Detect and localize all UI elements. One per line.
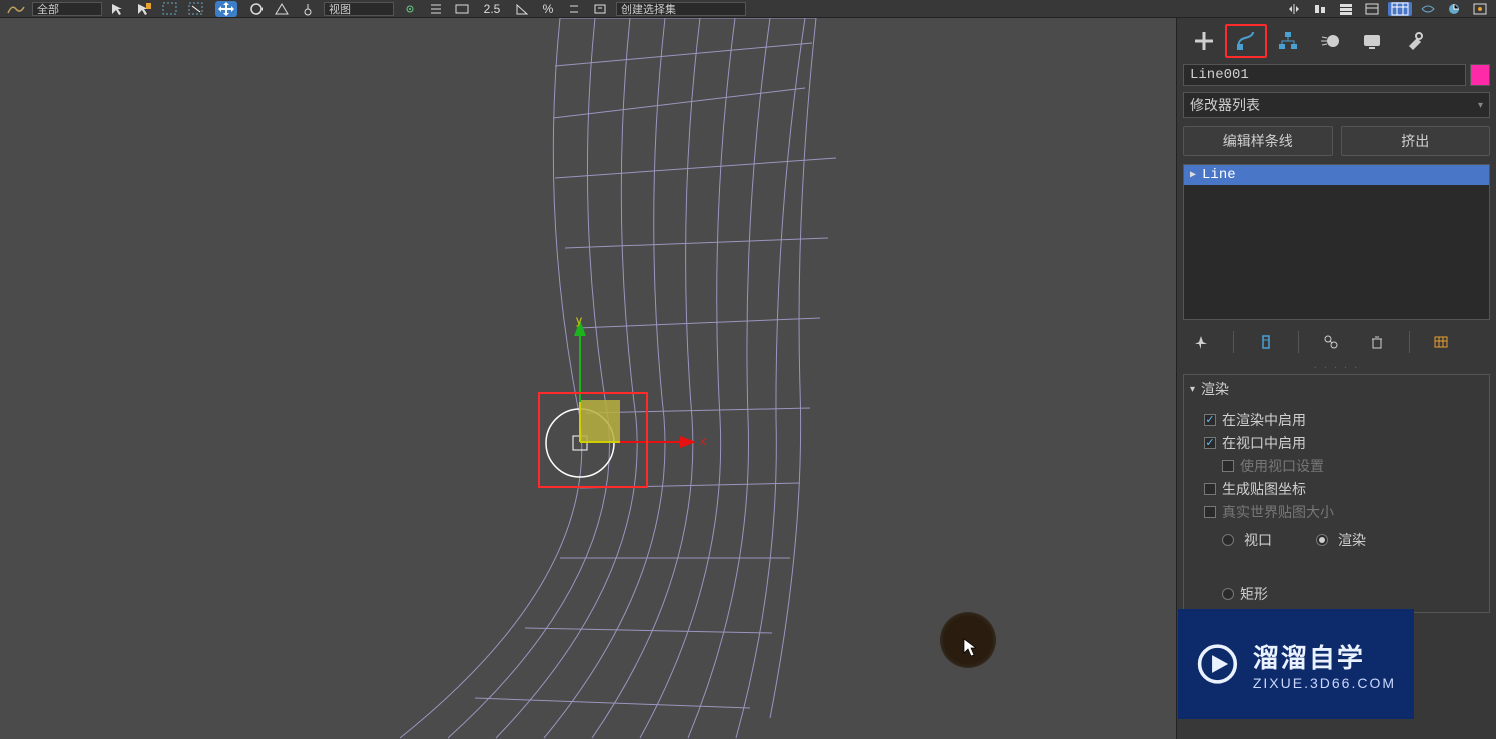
main-toolbar: 全部 视图 2.5 % 创建选择集 xyxy=(0,0,1496,18)
watermark-main-text: 溜溜自学 xyxy=(1253,638,1396,675)
modifier-list-dropdown[interactable]: 修改器列表 xyxy=(1183,92,1490,118)
perspective-viewport[interactable]: y x xyxy=(0,18,1176,739)
render-setup-icon[interactable] xyxy=(1470,2,1490,16)
window-crossing-icon[interactable] xyxy=(186,2,206,16)
annotation-highlight-viewport xyxy=(538,392,648,488)
tab-utilities[interactable] xyxy=(1393,24,1435,58)
modifier-btn-edit-spline[interactable]: 编辑样条线 xyxy=(1183,126,1333,156)
select-and-scale-icon[interactable] xyxy=(272,2,292,16)
remove-modifier-icon[interactable] xyxy=(1363,330,1391,354)
pin-stack-icon[interactable] xyxy=(1187,330,1215,354)
tab-hierarchy[interactable] xyxy=(1267,24,1309,58)
corona-logo-icon[interactable] xyxy=(6,2,26,16)
rollout-header-rendering[interactable]: ▾ 渲染 xyxy=(1184,375,1489,403)
use-pivot-center-icon[interactable] xyxy=(400,2,420,16)
mirror-icon[interactable] xyxy=(1284,2,1304,16)
gizmo-x-label: x xyxy=(700,434,706,448)
rect-select-icon[interactable] xyxy=(160,2,180,16)
modifier-btn-extrude[interactable]: 挤出 xyxy=(1341,126,1491,156)
radio-viewport-label: 视口 xyxy=(1244,530,1272,550)
watermark-play-icon xyxy=(1196,640,1239,688)
select-and-move-icon[interactable] xyxy=(212,2,240,16)
select-and-rotate-icon[interactable] xyxy=(246,2,266,16)
edit-named-sel-icon[interactable] xyxy=(590,2,610,16)
configure-modifier-sets-icon[interactable] xyxy=(1428,330,1456,354)
mouse-cursor-icon xyxy=(963,638,977,658)
selection-filter-dropdown[interactable]: 全部 xyxy=(32,2,102,16)
stack-item-label: Line xyxy=(1202,167,1236,183)
layer-explorer-icon[interactable] xyxy=(1336,2,1356,16)
object-name-input[interactable] xyxy=(1183,64,1466,86)
tab-motion[interactable] xyxy=(1309,24,1351,58)
keyboard-shortcut-toggle-icon[interactable] xyxy=(452,2,472,16)
modifier-stack[interactable]: ▶ Line xyxy=(1183,164,1490,320)
align-icon[interactable] xyxy=(1310,2,1330,16)
named-sel-set-dropdown[interactable]: 创建选择集 xyxy=(616,2,746,16)
object-color-swatch[interactable] xyxy=(1470,64,1490,86)
radio-renderer-label: 渲染 xyxy=(1338,530,1366,550)
material-editor-icon[interactable] xyxy=(1444,2,1464,16)
percent-snap-icon[interactable]: % xyxy=(538,2,558,16)
select-object-icon[interactable] xyxy=(108,2,128,16)
modifier-stack-toolbar xyxy=(1177,326,1496,364)
ref-coord-dropdown[interactable]: 视图 xyxy=(324,2,394,16)
curve-editor-icon[interactable] xyxy=(1388,2,1412,16)
chk-enable-in-renderer[interactable]: 在渲染中启用 xyxy=(1204,410,1479,430)
tab-modify[interactable] xyxy=(1225,24,1267,58)
select-by-name-icon[interactable] xyxy=(134,2,154,16)
radio-viewport[interactable] xyxy=(1222,534,1234,546)
rollout-title: 渲染 xyxy=(1201,379,1229,399)
make-unique-icon[interactable] xyxy=(1317,330,1345,354)
rollout-drag-handle[interactable] xyxy=(1183,364,1490,370)
snap-toggle-icon[interactable]: 2.5 xyxy=(478,2,506,16)
wireframe-geometry xyxy=(0,18,1176,739)
watermark-sub-text: ZIXUE.3D66.COM xyxy=(1253,675,1396,691)
chk-generate-mapping-coords[interactable]: 生成贴图坐标 xyxy=(1204,479,1479,499)
chk-enable-in-viewport[interactable]: 在视口中启用 xyxy=(1204,433,1479,453)
radio-renderer[interactable] xyxy=(1316,534,1328,546)
radio-rectangular[interactable]: 矩形 xyxy=(1222,584,1479,604)
command-panel-tabs xyxy=(1177,18,1496,58)
angle-snap-icon[interactable] xyxy=(512,2,532,16)
watermark-logo: 溜溜自学 ZIXUE.3D66.COM xyxy=(1178,609,1414,719)
rollout-rendering: ▾ 渲染 在渲染中启用 在视口中启用 使用视口设置 生成贴图坐标 真实世 xyxy=(1183,374,1490,613)
select-and-place-icon[interactable] xyxy=(298,2,318,16)
select-and-manipulate-icon[interactable] xyxy=(426,2,446,16)
expand-icon[interactable]: ▶ xyxy=(1190,169,1196,181)
stack-item-line[interactable]: ▶ Line xyxy=(1184,165,1489,185)
gizmo-y-label: y xyxy=(576,313,582,327)
tab-create[interactable] xyxy=(1183,24,1225,58)
schematic-view-icon[interactable] xyxy=(1418,2,1438,16)
spinner-snap-icon[interactable] xyxy=(564,2,584,16)
chk-use-viewport-settings[interactable]: 使用视口设置 xyxy=(1222,456,1479,476)
tab-display[interactable] xyxy=(1351,24,1393,58)
show-end-result-icon[interactable] xyxy=(1252,330,1280,354)
toggle-ribbon-icon[interactable] xyxy=(1362,2,1382,16)
chk-real-world-map-size[interactable]: 真实世界贴图大小 xyxy=(1204,502,1479,522)
